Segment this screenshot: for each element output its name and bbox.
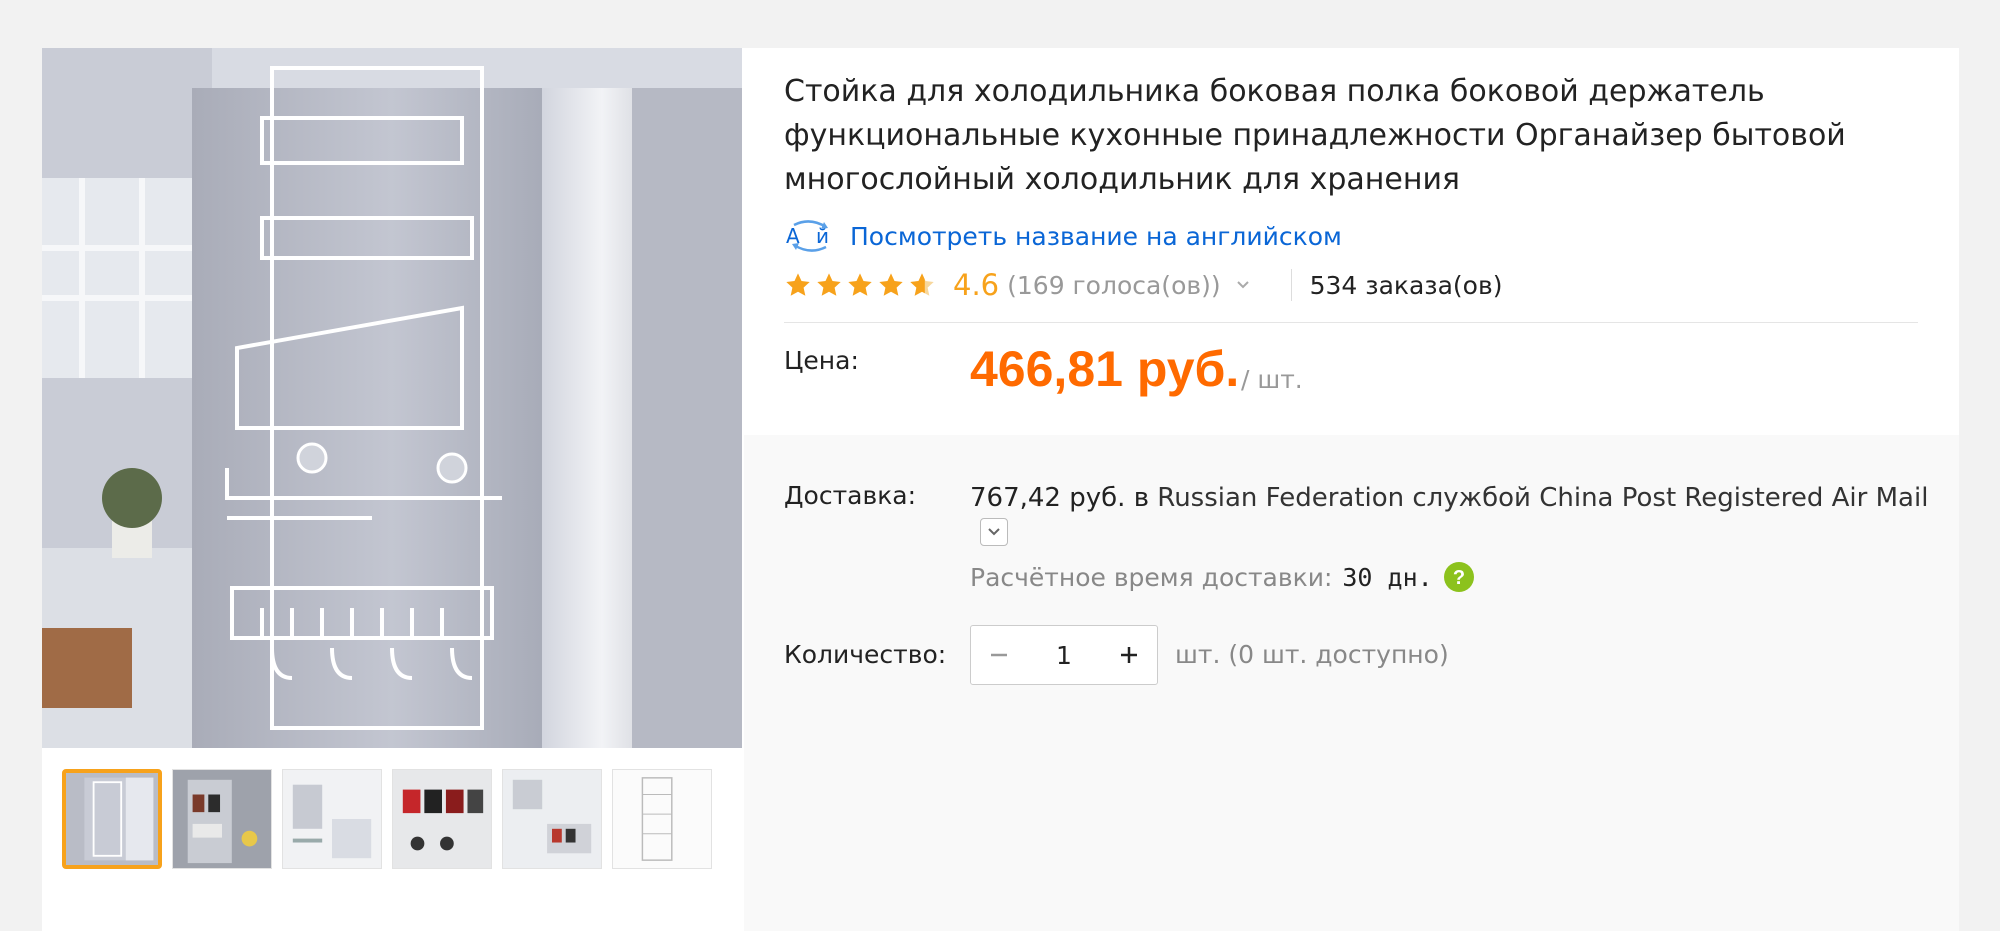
delivery-eta-label: Расчётное время доставки: xyxy=(970,562,1333,592)
thumbnail-2[interactable] xyxy=(172,769,272,869)
delivery-options-dropdown[interactable] xyxy=(980,518,1008,546)
question-mark-icon[interactable]: ? xyxy=(1443,561,1475,593)
star-icon xyxy=(879,273,903,296)
divider xyxy=(784,322,1918,323)
thumbnail-3[interactable] xyxy=(282,769,382,869)
delivery-to-word: в xyxy=(1133,483,1150,513)
rating-divider xyxy=(1290,269,1292,301)
product-title: Стойка для холодильника боковая полка бо… xyxy=(784,74,1846,197)
thumbnail-6[interactable] xyxy=(612,769,712,869)
thumbnail-5-image xyxy=(503,770,601,868)
thumbnail-4-image xyxy=(393,770,491,868)
svg-text:?: ? xyxy=(1453,567,1465,589)
quantity-stepper xyxy=(970,625,1158,685)
plus-icon xyxy=(1121,647,1137,663)
price-unit: / шт. xyxy=(1241,365,1303,394)
minus-icon xyxy=(991,653,1007,657)
thumbnail-4[interactable] xyxy=(392,769,492,869)
decrease-quantity-button[interactable] xyxy=(971,626,1027,684)
star-half-icon xyxy=(910,273,934,296)
votes-count[interactable]: (169 голоса(ов)) xyxy=(1007,271,1220,300)
chevron-down-icon xyxy=(988,528,1000,536)
thumbnail-3-image xyxy=(283,770,381,868)
rating-row: 4.6 (169 голоса(ов)) 534 заказа(ов) xyxy=(784,265,1502,305)
star-icon xyxy=(786,273,810,296)
quantity-availability: шт. (0 шт. доступно) xyxy=(1175,640,1449,669)
star-icon xyxy=(817,273,841,296)
chevron-down-icon[interactable] xyxy=(1235,277,1251,293)
rating-stars xyxy=(784,271,939,299)
thumbnail-1[interactable] xyxy=(62,769,162,869)
star-icon xyxy=(848,273,872,296)
orders-count: 534 заказа(ов) xyxy=(1309,270,1503,300)
translate-icon[interactable]: A й xyxy=(784,219,836,253)
fridge-rack-illustration xyxy=(42,48,742,748)
translate-row: A й Посмотреть название на английском xyxy=(784,219,1342,253)
thumbnail-1-image xyxy=(66,773,158,865)
price-label: Цена: xyxy=(784,346,859,375)
delivery-eta-row: Расчётное время доставки: 30 дн. ? xyxy=(970,560,1475,594)
quantity-label: Количество: xyxy=(784,640,947,669)
main-product-image[interactable] xyxy=(42,48,742,748)
delivery-label: Доставка: xyxy=(784,481,917,510)
view-english-title-link[interactable]: Посмотреть название на английском xyxy=(850,222,1342,251)
increase-quantity-button[interactable] xyxy=(1101,626,1157,684)
price-value: 466,81 руб. xyxy=(970,341,1240,397)
delivery-destination[interactable]: Russian Federation службой China Post Re… xyxy=(1157,483,1928,513)
delivery-cost: 767,42 руб. xyxy=(970,483,1126,513)
delivery-eta-value: 30 дн. xyxy=(1342,562,1433,592)
delivery-info: 767,42 руб. в Russian Federation службой… xyxy=(970,481,1930,515)
rating-value: 4.6 xyxy=(953,268,1000,302)
quantity-input[interactable] xyxy=(1027,626,1101,684)
thumbnail-6-image xyxy=(613,770,711,868)
thumbnail-2-image xyxy=(173,770,271,868)
thumbnail-5[interactable] xyxy=(502,769,602,869)
